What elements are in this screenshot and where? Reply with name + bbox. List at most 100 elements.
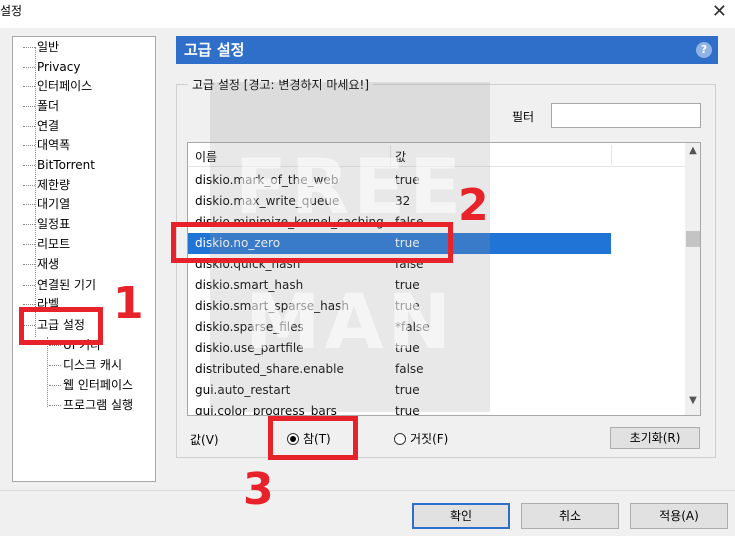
tree-connector <box>23 106 35 107</box>
sidebar-item-bittorrent[interactable]: BitTorrent <box>13 155 95 175</box>
row-key: gui.color_progress_bars <box>195 404 337 416</box>
sidebar-item-privacy[interactable]: Privacy <box>13 57 80 77</box>
sidebar-item-general[interactable]: 일반 <box>13 37 59 57</box>
annotation-number-2: 2 <box>458 180 489 231</box>
tree-connector <box>23 285 35 286</box>
help-icon[interactable]: ? <box>696 42 712 58</box>
sidebar-item-label: 제한량 <box>37 178 71 192</box>
row-key: diskio.use_partfile <box>195 341 304 355</box>
scroll-down-icon[interactable]: ▼ <box>685 395 700 413</box>
row-value: false <box>395 362 424 376</box>
close-icon[interactable]: ✕ <box>712 0 727 24</box>
tree-connector <box>23 145 35 146</box>
row-key: diskio.smart_hash <box>195 278 304 292</box>
tree-connector <box>49 345 61 346</box>
reset-button[interactable]: 초기화(R) <box>610 427 700 449</box>
list-row[interactable]: gui.auto_restart true <box>188 380 611 401</box>
list-row[interactable]: distributed_share.enable false <box>188 359 611 380</box>
sidebar-item-label: 일반 <box>37 40 60 54</box>
sidebar-item-bandwidth[interactable]: 대역폭 <box>13 135 70 155</box>
row-key: diskio.smart_sparse_hash <box>195 299 349 313</box>
sidebar-item-web-ui[interactable]: 웹 인터페이스 <box>13 375 133 395</box>
sidebar-item-paired-devices[interactable]: 연결된 기기 <box>13 275 96 295</box>
tree-connector <box>23 204 35 205</box>
tree-connector <box>23 67 35 68</box>
row-value: true <box>395 173 420 187</box>
sidebar-item-scheduler[interactable]: 일정표 <box>13 214 70 234</box>
sidebar-item-label: 리모트 <box>37 237 71 251</box>
footer-divider <box>0 490 735 491</box>
row-value: true <box>395 383 420 397</box>
column-separator[interactable] <box>611 145 612 165</box>
sidebar-item-remote[interactable]: 리모트 <box>13 234 70 254</box>
window-title: 설정 <box>0 4 23 18</box>
list-scrollbar[interactable]: ▲ ▼ <box>685 143 700 415</box>
sidebar-item-run-program[interactable]: 프로그램 실행 <box>13 395 133 415</box>
tree-connector <box>49 405 61 406</box>
radio-false-label: 거짓(F) <box>410 432 449 446</box>
filter-label: 필터 <box>512 110 535 124</box>
tree-connector <box>23 244 35 245</box>
sidebar-item-label: 디스크 캐시 <box>63 358 123 372</box>
sidebar-item-interface[interactable]: 인터페이스 <box>13 76 92 96</box>
list-row[interactable]: gui.color_progress_bars true <box>188 401 611 416</box>
column-header-name[interactable]: 이름 <box>195 148 217 165</box>
list-row[interactable]: diskio.smart_hash true <box>188 275 611 296</box>
sidebar-item-transfer-cap[interactable]: 제한량 <box>13 175 70 195</box>
list-row[interactable]: diskio.mark_of_the_web true <box>188 170 611 191</box>
list-row[interactable]: diskio.use_partfile true <box>188 338 611 359</box>
title-bar: 설정 ✕ <box>0 0 735 28</box>
row-value: true <box>395 299 420 313</box>
tree-connector <box>23 304 35 305</box>
sidebar-item-label: 일정표 <box>37 217 71 231</box>
tree-connector <box>23 185 35 186</box>
sidebar-item-folders[interactable]: 폴더 <box>13 96 59 116</box>
tree-connector <box>23 126 35 127</box>
list-row[interactable]: diskio.smart_sparse_hash true <box>188 296 611 317</box>
value-label: 값(V) <box>190 433 219 447</box>
row-value: 32 <box>395 194 411 208</box>
cancel-button[interactable]: 취소 <box>521 503 619 529</box>
group-title: 고급 설정 [경고: 변경하지 마세요!] <box>188 76 373 93</box>
sidebar-item-queue[interactable]: 대기열 <box>13 194 70 214</box>
column-header-value[interactable]: 값 <box>395 148 406 165</box>
sidebar-item-playback[interactable]: 재생 <box>13 254 59 274</box>
row-value: true <box>395 404 420 416</box>
list-row[interactable]: diskio.sparse_files *false <box>188 317 611 338</box>
row-value: true <box>395 278 420 292</box>
sidebar-item-connection[interactable]: 연결 <box>13 116 59 136</box>
row-key: diskio.max_write_queue <box>195 194 340 208</box>
page-header: 고급 설정 ? <box>176 36 718 64</box>
tree-connector <box>23 47 35 48</box>
sidebar-item-disk-cache[interactable]: 디스크 캐시 <box>13 355 122 375</box>
radio-false[interactable]: 거짓(F) <box>394 431 448 447</box>
tree-connector <box>23 165 35 166</box>
row-value: true <box>395 341 420 355</box>
sidebar-item-label: 프로그램 실행 <box>63 398 134 412</box>
settings-list[interactable]: 이름 값 diskio.mark_of_the_web true diskio.m… <box>187 142 701 416</box>
filter-input[interactable] <box>551 103 701 128</box>
apply-button[interactable]: 적용(A) <box>630 503 728 529</box>
sidebar-item-label: 웹 인터페이스 <box>63 378 134 392</box>
column-separator[interactable] <box>390 145 391 165</box>
list-row[interactable]: diskio.max_write_queue 32 <box>188 191 611 212</box>
sidebar-item-label: 재생 <box>37 257 60 271</box>
page-title: 고급 설정 <box>184 41 245 59</box>
sidebar-item-label: 연결 <box>37 119 60 133</box>
list-header: 이름 값 <box>188 143 686 167</box>
tree-connector <box>23 224 35 225</box>
sidebar-item-label: BitTorrent <box>37 158 95 172</box>
row-key: distributed_share.enable <box>195 362 344 376</box>
ok-button[interactable]: 확인 <box>412 503 510 529</box>
scroll-thumb[interactable] <box>686 231 700 247</box>
sidebar-item-label: 대기열 <box>37 197 71 211</box>
sidebar-item-label: Privacy <box>37 60 81 74</box>
tree-connector <box>49 385 61 386</box>
settings-tree[interactable]: 일반 Privacy 인터페이스 폴더 연결 대역폭 BitTorrent 제한… <box>12 36 156 482</box>
sidebar-item-label: 대역폭 <box>37 138 71 152</box>
scroll-up-icon[interactable]: ▲ <box>685 145 700 163</box>
annotation-box-2 <box>171 222 453 263</box>
tree-connector <box>23 86 35 87</box>
sidebar-item-label: 인터페이스 <box>37 79 93 93</box>
sidebar-item-label: 연결된 기기 <box>37 278 97 292</box>
